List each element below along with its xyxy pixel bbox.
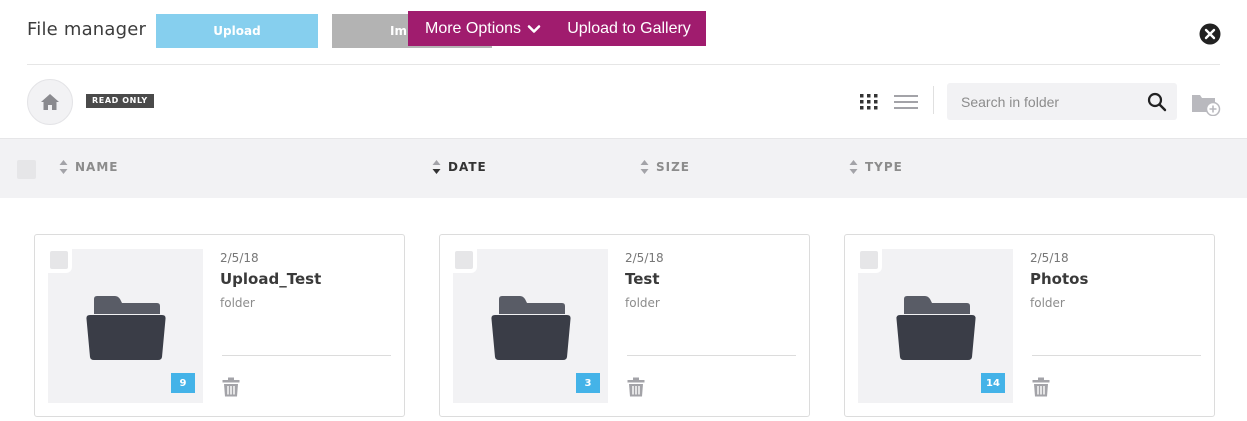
more-options-button[interactable]: More Options [408,11,554,46]
upload-to-gallery-button[interactable]: Upload to Gallery [552,11,706,46]
home-icon [41,94,59,110]
item-checkbox[interactable] [48,249,72,273]
item-checkbox[interactable] [858,249,882,273]
column-name-label: NAME [75,160,119,174]
page-title: File manager [27,19,147,40]
grid-view-icon[interactable] [860,94,878,110]
folder-card[interactable]: 14 2/5/18 Photos folder [844,234,1215,417]
column-date-label: DATE [448,160,487,174]
item-date: 2/5/18 [1030,251,1069,265]
search-icon[interactable] [1147,92,1167,112]
item-name[interactable]: Photos [1030,270,1088,288]
more-options-label: More Options [425,19,522,37]
folder-thumbnail[interactable]: 14 [858,249,1013,403]
folder-card[interactable]: 9 2/5/18 Upload_Test folder [34,234,405,417]
folder-icon [491,296,571,360]
read-only-badge: READ ONLY [86,94,154,108]
list-view-icon[interactable] [894,95,918,109]
select-all-checkbox[interactable] [17,160,36,179]
column-size-header[interactable]: SIZE [640,159,690,175]
search-input[interactable] [947,93,1137,110]
sort-icon [59,160,68,174]
folder-thumbnail[interactable]: 3 [453,249,608,403]
import-button-label: Im [390,24,407,38]
sort-icon [849,160,858,174]
item-date: 2/5/18 [625,251,664,265]
column-name-header[interactable]: NAME [59,159,118,175]
card-divider [222,355,391,356]
top-divider [27,64,1220,65]
column-header: NAME DATE SIZE TYPE [0,138,1247,198]
item-count-badge: 14 [981,373,1005,393]
item-type: folder [1030,296,1065,310]
item-checkbox[interactable] [453,249,477,273]
close-icon[interactable] [1199,23,1221,45]
sort-icon [640,160,649,174]
column-type-label: TYPE [865,160,903,174]
item-count-badge: 9 [171,373,195,393]
folder-thumbnail[interactable]: 9 [48,249,203,403]
item-type: folder [625,296,660,310]
item-type: folder [220,296,255,310]
trash-icon[interactable] [627,377,645,397]
folder-card[interactable]: 3 2/5/18 Test folder [439,234,810,417]
column-type-header[interactable]: TYPE [849,159,903,175]
item-name[interactable]: Test [625,270,660,288]
upload-button[interactable]: Upload [156,14,318,48]
card-divider [627,355,796,356]
new-folder-icon[interactable] [1191,92,1221,116]
toolbar-separator [933,86,934,114]
card-divider [1032,355,1201,356]
item-count-badge: 3 [576,373,600,393]
trash-icon[interactable] [1032,377,1050,397]
search-box [947,83,1177,120]
top-bar: File manager Upload Im More Options Uplo… [0,0,1247,64]
column-size-label: SIZE [656,160,691,174]
folder-icon [86,296,166,360]
item-name[interactable]: Upload_Test [220,270,321,288]
home-button[interactable] [27,79,73,125]
item-date: 2/5/18 [220,251,259,265]
trash-icon[interactable] [222,377,240,397]
chevron-down-icon [527,24,541,33]
folder-icon [896,296,976,360]
sort-icon [432,160,441,174]
column-date-header[interactable]: DATE [432,159,487,175]
